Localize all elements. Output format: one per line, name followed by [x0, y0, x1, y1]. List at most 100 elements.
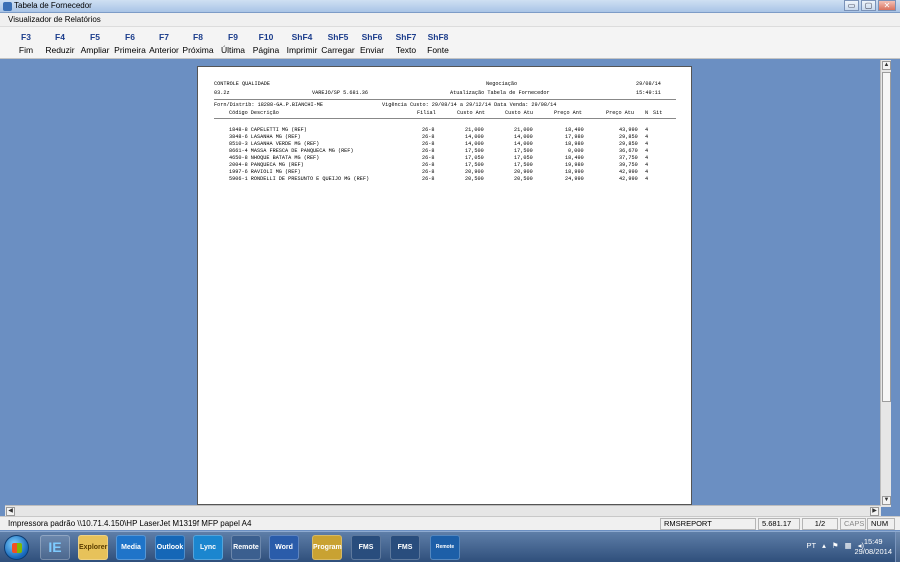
function-key-toolbar: F3 Fim F4 Reduzir F5 Ampliar F6 Primeira F7 A… [0, 27, 900, 59]
key-next-button[interactable]: F8 Próxima [178, 32, 218, 55]
row-description: 3848-6 LASANHA MG (REF) [229, 134, 301, 140]
row-custo-atu: 21,000 [514, 127, 533, 133]
tray-expand-icon[interactable]: ▴ [822, 541, 826, 550]
page-indicator: 1/2 [802, 518, 838, 530]
system-version: 5.681.17 [758, 518, 800, 530]
col-n: N [645, 110, 649, 116]
ie-icon[interactable]: IE [40, 535, 70, 560]
start-button[interactable] [4, 535, 29, 560]
row-n: 4 [645, 127, 649, 133]
row-filial: 26-8 [422, 176, 435, 182]
key-label: Reduzir [45, 45, 75, 55]
report-version-code: 03.2z [214, 90, 230, 96]
clock-date: 29/08/2014 [854, 547, 892, 556]
row-n: 4 [645, 141, 649, 147]
clock[interactable]: 15:49 29/08/2014 [854, 537, 892, 557]
row-description: 8510-3 LASANHA VERDE MG (REF) [229, 141, 320, 147]
remote-icon[interactable]: Remote [231, 535, 261, 560]
key-code: F10 [258, 32, 274, 42]
row-filial: 26-8 [422, 162, 435, 168]
fms-icon[interactable]: FMS [351, 535, 381, 560]
col-preco-ant: Preço Ant [554, 110, 583, 116]
row-description: 1848-8 CAPELETTI MG (REF) [229, 127, 307, 133]
outlook-icon[interactable]: Outlook [155, 535, 185, 560]
report-time: 15:49:11 [636, 90, 661, 96]
row-preco-atu: 29,850 [619, 134, 638, 140]
row-n: 4 [645, 155, 649, 161]
horizontal-scrollbar[interactable]: ◀ ▶ [5, 505, 881, 516]
network-icon[interactable]: ▦ [845, 541, 852, 550]
row-preco-ant: 18,990 [565, 169, 584, 175]
maximize-button[interactable]: ▢ [861, 0, 876, 11]
col-sit: Sit [653, 110, 663, 116]
supplier-line: Forn/Distrib: 18288-GA.P.BIANCHI-ME [214, 102, 323, 108]
row-preco-atu: 42,990 [619, 169, 638, 175]
row-preco-atu: 29,850 [619, 141, 638, 147]
row-preco-ant: 0,000 [568, 148, 584, 154]
row-preco-ant: 17,980 [565, 134, 584, 140]
word-icon[interactable]: Word [269, 535, 299, 560]
minimize-button[interactable]: ▭ [844, 0, 859, 11]
row-preco-ant: 18,980 [565, 141, 584, 147]
media-player-icon[interactable]: Media [116, 535, 146, 560]
row-custo-ant: 20,900 [465, 169, 484, 175]
report-page: CONTROLE QUALIDADE Negociação 29/08/14 0… [197, 66, 692, 505]
taskbar: IE Explorer Media Outlook Lync Remote Wo… [0, 531, 900, 562]
explorer-icon[interactable]: Explorer [78, 535, 108, 560]
key-code: F5 [90, 32, 100, 42]
report-system-version: VAREJO/SP 5.681.36 [312, 90, 369, 96]
key-font-button[interactable]: ShF8 Fonte [418, 32, 458, 55]
app-icon [3, 2, 12, 11]
show-desktop-button[interactable] [895, 532, 900, 562]
program-icon[interactable]: Program [312, 535, 342, 560]
row-n: 4 [645, 134, 649, 140]
vertical-scrollbar[interactable]: ▲ ▼ [880, 60, 891, 507]
menu-item-report-viewer[interactable]: Visualizador de Relatórios [8, 15, 101, 24]
close-button[interactable]: ✕ [878, 0, 896, 11]
row-preco-atu: 37,750 [619, 155, 638, 161]
row-filial: 26-8 [422, 169, 435, 175]
row-description: 2004-8 PANQUECA MG (REF) [229, 162, 304, 168]
key-enlarge-button[interactable]: F5 Ampliar [75, 32, 115, 55]
scroll-up-icon[interactable]: ▲ [882, 61, 891, 70]
row-preco-ant: 19,980 [565, 162, 584, 168]
window-title-bar[interactable]: Tabela de Fornecedor ▭ ▢ ✕ [0, 0, 900, 13]
fms-icon[interactable]: FMS [390, 535, 420, 560]
key-page-button[interactable]: F10 Página [246, 32, 286, 55]
clock-time: 15:49 [863, 537, 883, 546]
row-custo-ant: 17,500 [465, 162, 484, 168]
flag-icon[interactable]: ⚑ [832, 541, 839, 550]
num-indicator: NUM [867, 518, 895, 530]
scroll-down-icon[interactable]: ▼ [882, 496, 891, 505]
row-description: 4650-8 NHOQUE BATATA MG (REF) [229, 155, 320, 161]
row-custo-ant: 14,000 [465, 134, 484, 140]
row-n: 4 [645, 176, 649, 182]
row-preco-atu: 39,750 [619, 162, 638, 168]
remote-desktop-icon[interactable]: Remote Desktop [430, 535, 460, 560]
language-indicator[interactable]: PT [807, 541, 817, 550]
row-preco-atu: 43,990 [619, 127, 638, 133]
row-n: 4 [645, 169, 649, 175]
row-filial: 26-8 [422, 141, 435, 147]
row-description: 1997-6 RAVIOLI MG (REF) [229, 169, 301, 175]
row-filial: 26-8 [422, 127, 435, 133]
col-custo-atu: Custo Atu [505, 110, 534, 116]
scroll-right-icon[interactable]: ▶ [870, 507, 879, 516]
row-filial: 26-8 [422, 148, 435, 154]
table-row: 1848-8 CAPELETTI MG (REF) 26-8 21,000 21… [198, 127, 693, 134]
report-negotiation-label: Negociação [486, 81, 518, 87]
table-row: 4650-8 NHOQUE BATATA MG (REF) 26-8 17,05… [198, 155, 693, 162]
row-custo-atu: 17,500 [514, 148, 533, 154]
key-reduce-button[interactable]: F4 Reduzir [40, 32, 80, 55]
key-print-button[interactable]: ShF4 Imprimir [282, 32, 322, 55]
caps-indicator: CAPS [840, 518, 866, 530]
scroll-left-icon[interactable]: ◀ [6, 507, 15, 516]
table-row: 3848-6 LASANHA MG (REF) 26-8 14,000 14,0… [198, 134, 693, 141]
scroll-thumb[interactable] [882, 72, 891, 402]
key-code: ShF8 [427, 32, 449, 42]
menu-bar: Visualizador de Relatórios [0, 13, 900, 27]
key-label: Próxima [182, 45, 214, 55]
row-custo-ant: 21,000 [465, 127, 484, 133]
key-code: F8 [193, 32, 203, 42]
lync-icon[interactable]: Lync [193, 535, 223, 560]
